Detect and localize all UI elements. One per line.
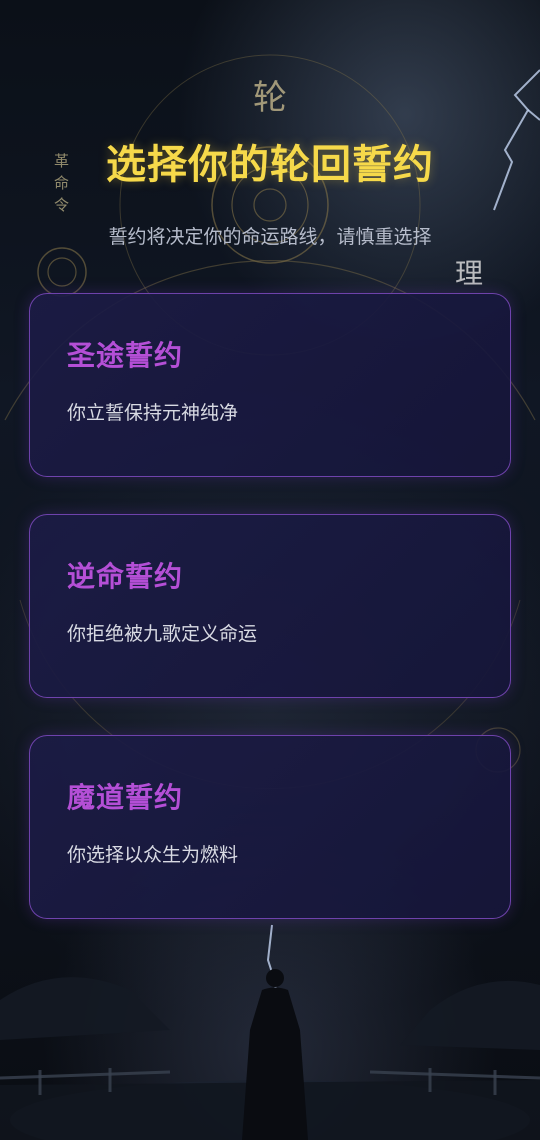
oath-card-defy-fate[interactable]: 逆命誓约 你拒绝被九歌定义命运 [29,514,511,698]
top-glyph: 轮 [253,78,287,118]
oath-card-demon[interactable]: 魔道誓约 你选择以众生为燃料 [29,735,511,919]
oath-card-desc: 你选择以众生为燃料 [67,844,239,866]
page-subtitle: 誓约将决定你的命运路线，请慎重选择 [108,226,432,248]
page-title: 选择你的轮回誓约 [106,142,434,188]
left-char-3: 令 [54,196,70,214]
oath-card-title: 魔道誓约 [67,781,184,814]
background-right-char: 理 [455,257,484,290]
oath-card-desc: 你拒绝被九歌定义命运 [67,623,258,645]
oath-card-desc: 你立誓保持元神纯净 [67,402,239,424]
oath-card-title: 圣途誓约 [67,339,184,372]
oath-card-saint[interactable]: 圣途誓约 你立誓保持元神纯净 [29,293,511,477]
oath-card-title: 逆命誓约 [67,560,184,593]
